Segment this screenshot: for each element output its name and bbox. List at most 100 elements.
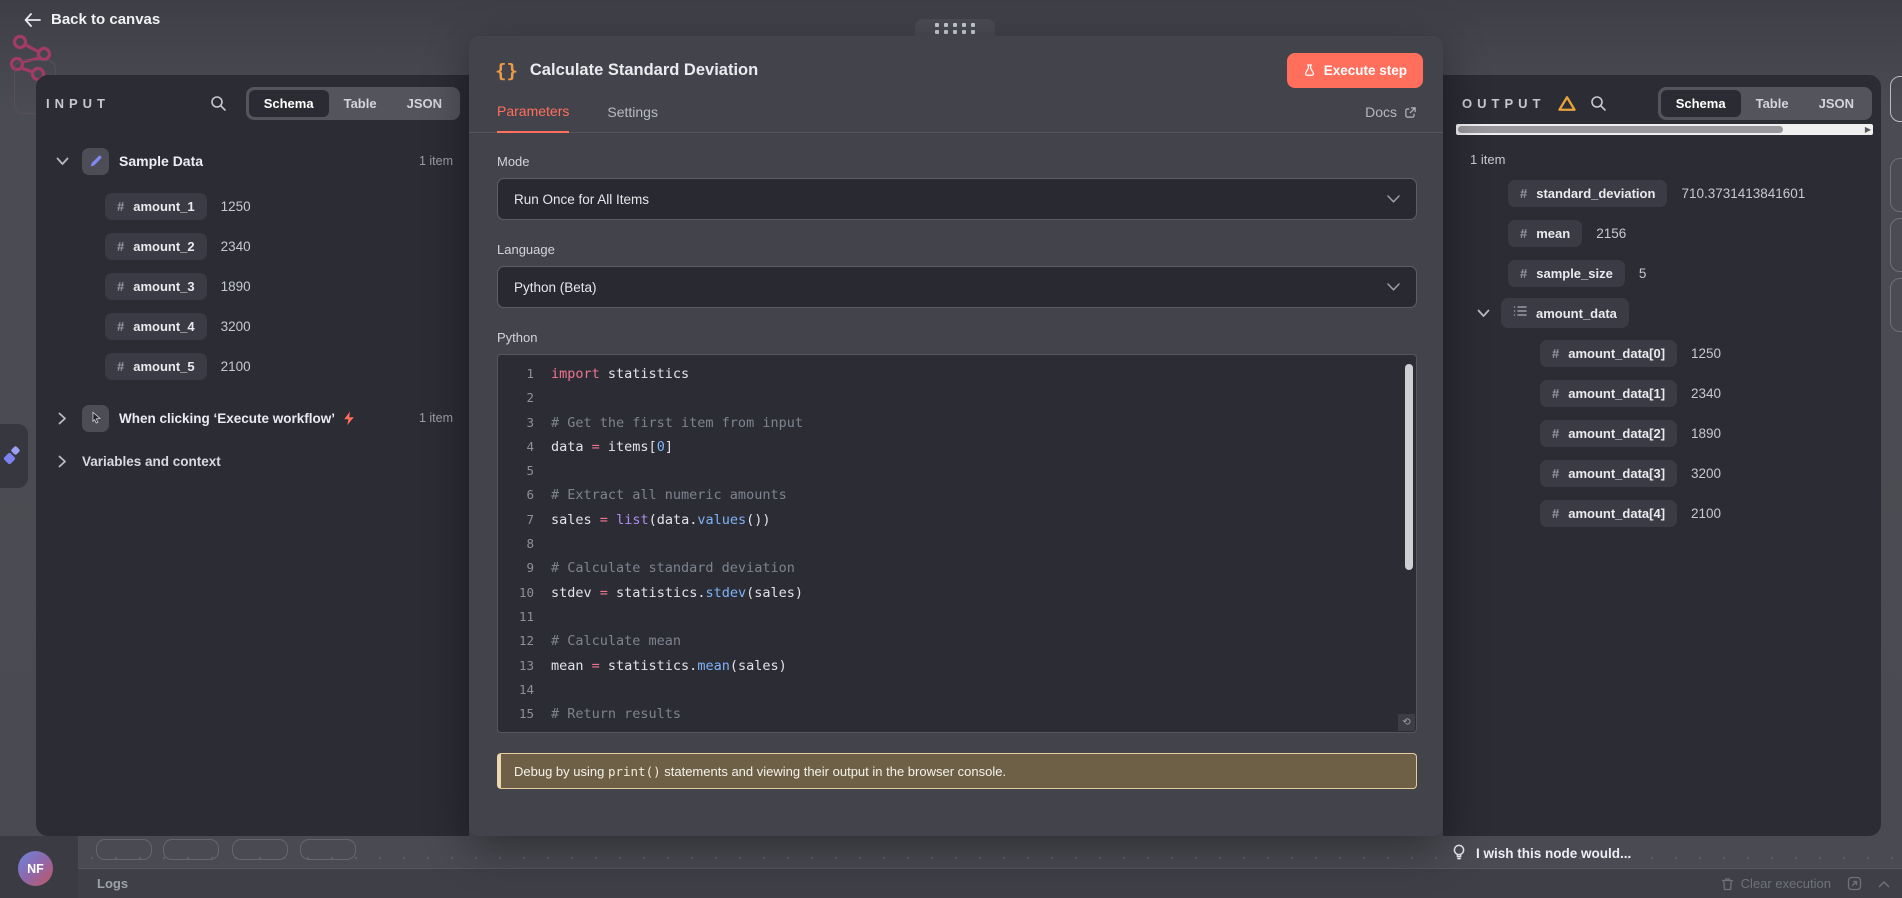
- canvas-control-outline: [163, 839, 219, 860]
- language-select[interactable]: Python (Beta): [497, 266, 1417, 308]
- chevron-right-icon[interactable]: [52, 455, 72, 468]
- scrollbar-arrow-icon[interactable]: ▶: [1865, 124, 1871, 135]
- input-tab-schema[interactable]: Schema: [248, 90, 329, 117]
- output-field-pill[interactable]: # amount_data[3]: [1540, 459, 1678, 487]
- output-panel-title: OUTPUT: [1462, 96, 1546, 111]
- field-name: amount_data[1]: [1568, 385, 1666, 401]
- chevron-right-icon[interactable]: [52, 412, 72, 425]
- chevron-down-icon: [1387, 283, 1400, 291]
- pinned-data-button[interactable]: [0, 424, 28, 488]
- input-field-pill[interactable]: # amount_4: [105, 312, 207, 340]
- execute-step-button[interactable]: Execute step: [1286, 53, 1423, 88]
- number-type-icon: #: [117, 198, 125, 214]
- output-search-icon[interactable]: [1590, 95, 1607, 112]
- docs-label: Docs: [1365, 104, 1397, 120]
- back-to-canvas-label: Back to canvas: [51, 11, 161, 28]
- chevron-down-icon[interactable]: [52, 157, 72, 166]
- chevron-down-icon[interactable]: [1473, 309, 1493, 318]
- tab-settings[interactable]: Settings: [607, 104, 658, 132]
- canvas-control-outline: [300, 839, 356, 860]
- code-editor[interactable]: 1 import statistics 2 3 # Get the first item…: [497, 354, 1417, 733]
- editor-scrollbar[interactable]: [1405, 364, 1413, 570]
- code-line: 5: [498, 459, 1416, 483]
- clear-execution-button[interactable]: Clear execution: [1721, 876, 1831, 891]
- input-field-row: # amount_1 1250: [36, 186, 469, 226]
- input-field-value: 1890: [220, 278, 251, 294]
- code-token: data: [551, 438, 592, 455]
- output-horizontal-scrollbar[interactable]: ▶: [1456, 124, 1873, 135]
- output-field-pill[interactable]: # sample_size: [1508, 259, 1625, 287]
- output-field-pill[interactable]: amount_data: [1501, 298, 1629, 328]
- code-text: # Calculate mean: [551, 629, 681, 653]
- output-field-row: # mean 2156: [1443, 213, 1881, 253]
- input-tab-json[interactable]: JSON: [392, 90, 457, 117]
- output-field-pill[interactable]: # amount_data[2]: [1540, 419, 1678, 447]
- scrollbar-thumb[interactable]: [1458, 126, 1783, 133]
- floating-panel-fragment: [1890, 76, 1902, 122]
- number-type-icon: #: [1552, 425, 1560, 441]
- input-trigger-row: When clicking ‘Execute workflow’ 1 item: [36, 400, 469, 436]
- input-tab-table[interactable]: Table: [329, 90, 392, 117]
- output-field-pill[interactable]: # amount_data[1]: [1540, 379, 1678, 407]
- output-field-value: 2156: [1596, 225, 1627, 241]
- canvas-control-outline: [96, 839, 152, 860]
- variables-context-row[interactable]: Variables and context: [36, 446, 469, 476]
- input-field-pill[interactable]: # amount_3: [105, 272, 207, 300]
- input-field-pill[interactable]: # amount_5: [105, 352, 207, 380]
- code-token: mean: [697, 657, 730, 674]
- output-field-pill[interactable]: # standard_deviation: [1508, 179, 1668, 207]
- code-token: values: [697, 511, 747, 528]
- output-tab-schema[interactable]: Schema: [1660, 90, 1741, 117]
- input-field-pill[interactable]: # amount_2: [105, 232, 207, 260]
- code-node-icon: {}: [495, 59, 518, 82]
- input-trigger-name[interactable]: When clicking ‘Execute workflow’: [119, 411, 335, 426]
- code-token: import: [551, 366, 600, 382]
- output-field-pill[interactable]: # amount_data[4]: [1540, 499, 1678, 527]
- input-trigger-count: 1 item: [418, 411, 453, 425]
- output-field-pill[interactable]: # mean: [1508, 219, 1583, 247]
- input-source-row: Sample Data 1 item: [36, 144, 469, 178]
- popout-icon[interactable]: [1847, 876, 1862, 891]
- code-token: ()): [746, 511, 771, 528]
- modal-drag-handle[interactable]: [915, 19, 995, 37]
- code-line: 12 # Calculate mean: [498, 629, 1416, 653]
- field-name: amount_data: [1536, 305, 1617, 321]
- input-field-pill[interactable]: # amount_1: [105, 192, 207, 220]
- chevron-up-icon[interactable]: [1878, 880, 1890, 888]
- wish-feedback-button[interactable]: I wish this node would...: [1452, 844, 1631, 862]
- tab-parameters[interactable]: Parameters: [497, 103, 570, 133]
- pin-icon: [3, 446, 20, 465]
- code-token: (sales): [729, 657, 787, 674]
- number-type-icon: #: [1520, 185, 1528, 201]
- hint-part: print(): [607, 763, 661, 779]
- number-type-icon: #: [1552, 345, 1560, 361]
- number-type-icon: #: [1552, 505, 1560, 521]
- number-type-icon: #: [1552, 465, 1560, 481]
- output-field-list: # standard_deviation 710.3731413841601 # mea…: [1443, 173, 1881, 533]
- input-search-icon[interactable]: [210, 95, 227, 112]
- output-tab-table[interactable]: Table: [1741, 90, 1804, 117]
- floating-panel-fragment: [1890, 218, 1902, 272]
- back-to-canvas-button[interactable]: Back to canvas: [24, 11, 160, 28]
- output-count: 1 item: [1470, 152, 1506, 167]
- output-tab-json[interactable]: JSON: [1804, 90, 1869, 117]
- logs-label[interactable]: Logs: [97, 876, 128, 891]
- list-type-icon: [1513, 304, 1527, 322]
- input-panel-title: INPUT: [46, 96, 110, 111]
- code-token: items[: [599, 438, 657, 455]
- code-token: =: [591, 657, 600, 674]
- input-source-name[interactable]: Sample Data: [119, 153, 203, 169]
- output-field-row: amount_data: [1443, 293, 1881, 333]
- user-avatar[interactable]: NF: [18, 851, 53, 886]
- docs-link[interactable]: Docs: [1365, 104, 1417, 132]
- output-panel: OUTPUT Schema Table JSON ▶ 1 item # stand…: [1443, 75, 1881, 836]
- line-number: 9: [526, 560, 534, 576]
- line-number: 14: [518, 681, 534, 697]
- output-field-pill[interactable]: # amount_data[0]: [1540, 339, 1678, 367]
- code-token: statistics.: [599, 657, 698, 674]
- line-number: 15: [518, 706, 534, 722]
- editor-resize-corner[interactable]: ⟲: [1398, 714, 1415, 731]
- code-line: 15 # Return results: [498, 702, 1416, 726]
- code-token: statistics.: [607, 584, 706, 601]
- mode-select[interactable]: Run Once for All Items: [497, 178, 1417, 220]
